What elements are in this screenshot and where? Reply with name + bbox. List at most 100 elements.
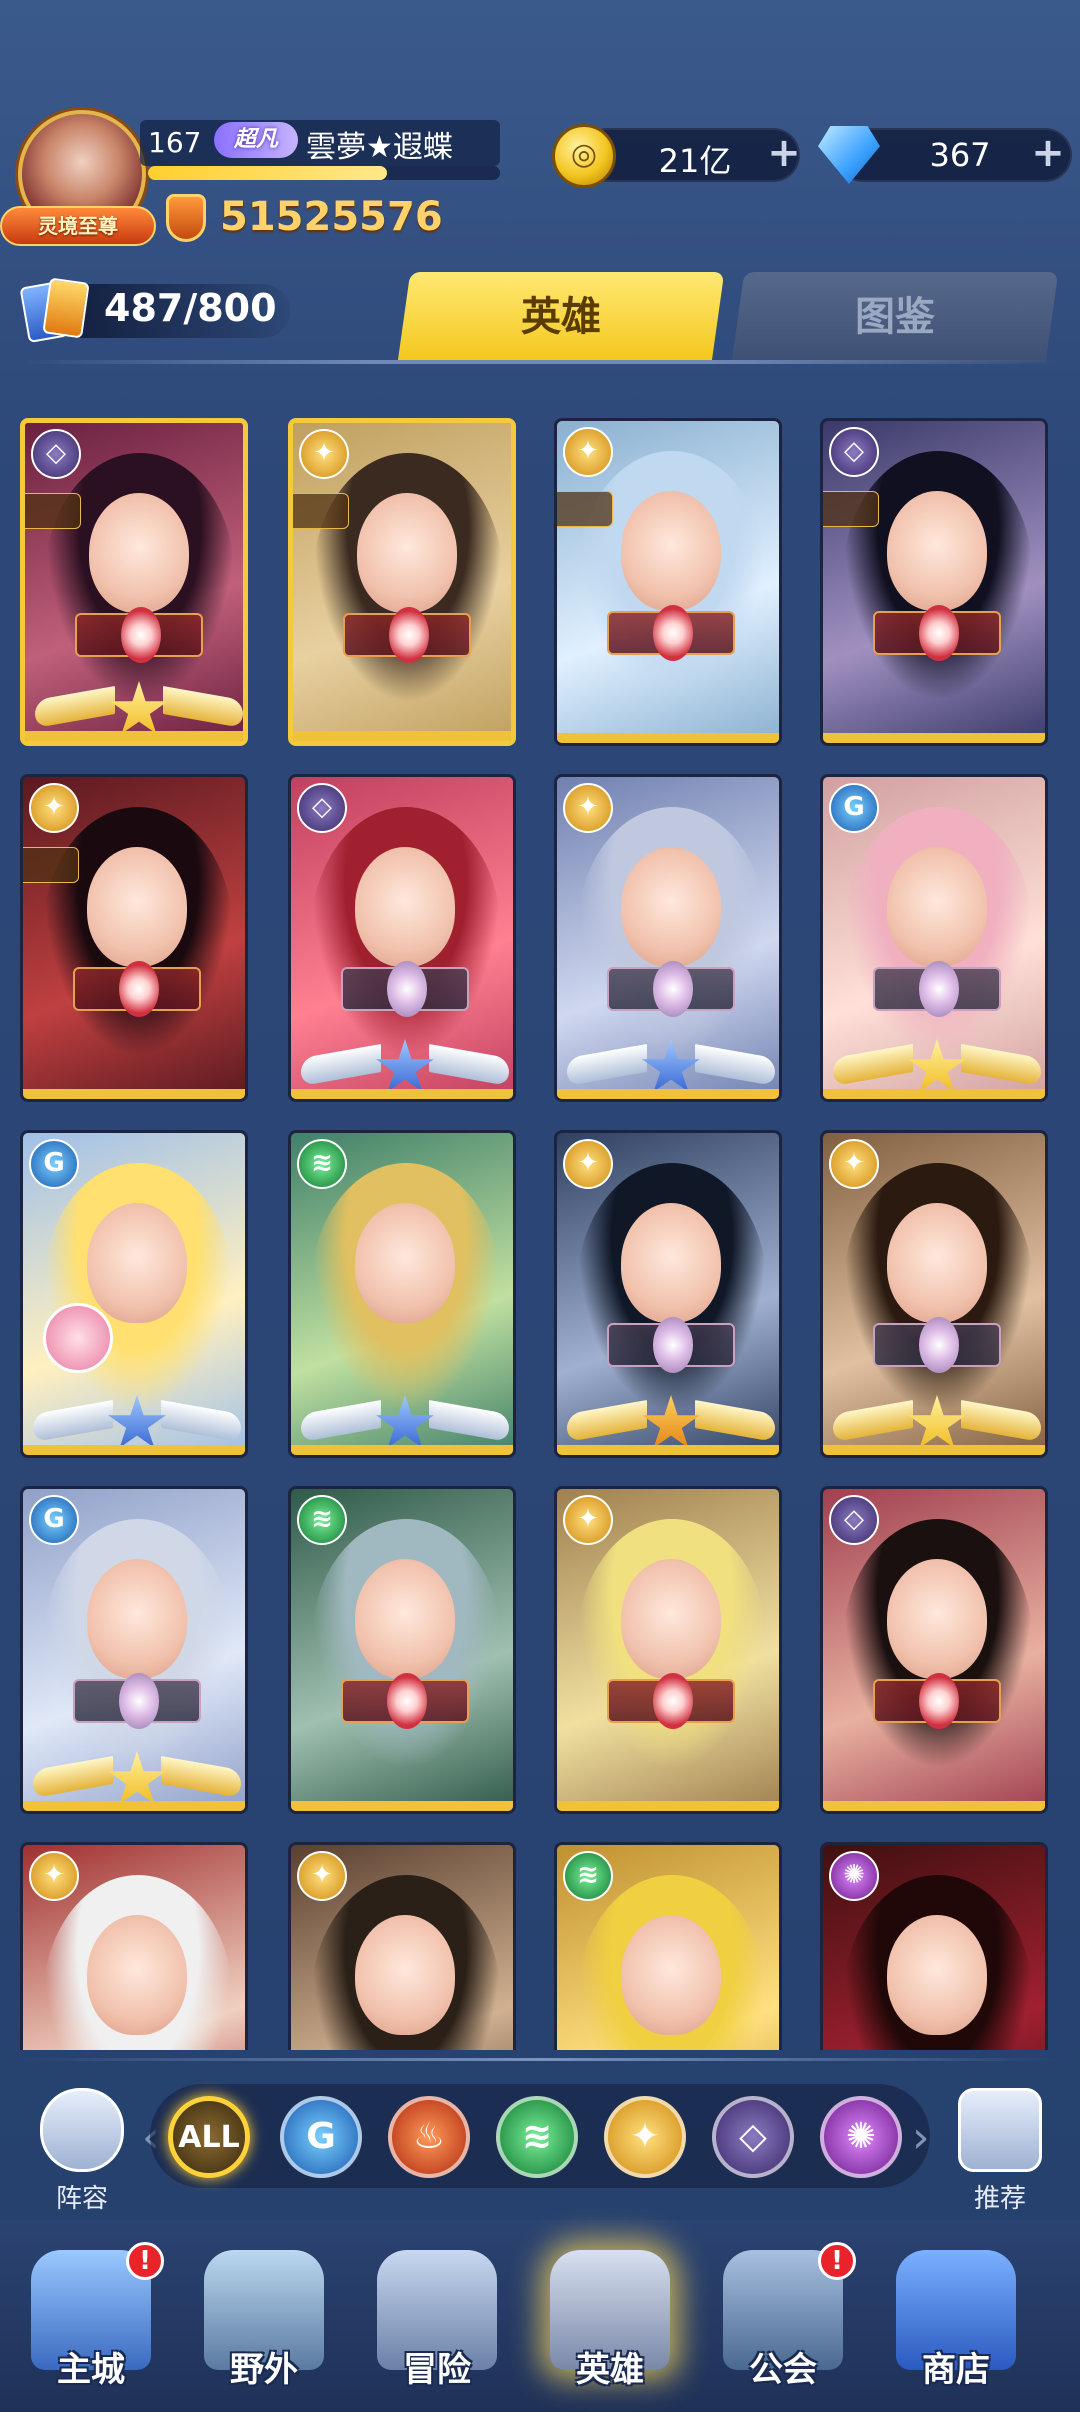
wind-element-icon: ≋ (297, 1139, 347, 1189)
filter-right-arrow-icon[interactable]: › (912, 2112, 930, 2163)
card-bottom-edge (557, 1801, 779, 1811)
hero-card[interactable]: ✦ (554, 774, 782, 1102)
card-bottom-edge (557, 1089, 779, 1099)
card-bottom-edge (823, 733, 1045, 743)
hero-card[interactable]: ✦ (20, 1842, 248, 2050)
card-bottom-edge (23, 1089, 245, 1099)
bond-emblem (75, 607, 203, 663)
card-bottom-edge (23, 1801, 245, 1811)
nav-item[interactable]: 商店 (881, 2250, 1031, 2391)
wing-right (163, 685, 243, 729)
wing-right (695, 1399, 775, 1443)
card-bottom-edge (293, 731, 511, 741)
hero-face (357, 493, 457, 613)
wing-right (161, 1399, 241, 1443)
wing-right (429, 1399, 509, 1443)
hero-card[interactable]: ✦ (20, 774, 248, 1102)
hero-card[interactable]: ◇ (288, 774, 516, 1102)
light-element-icon: ✦ (563, 783, 613, 833)
bond-emblem (607, 961, 735, 1017)
water-element-icon: G (829, 783, 879, 833)
recommend-label: 推荐 (973, 2184, 1026, 2214)
hero-card[interactable]: ✦ (820, 1130, 1048, 1458)
hero-face (887, 1559, 987, 1679)
recommend-button[interactable]: 推荐 (952, 2088, 1048, 2215)
emblem-core (653, 961, 693, 1017)
hero-card[interactable]: ≋ (554, 1842, 782, 2050)
hero-card[interactable]: ✦ (554, 418, 782, 746)
filter-water-button[interactable]: G (280, 2096, 362, 2178)
chaos-element-icon: ✺ (829, 1851, 879, 1901)
hero-face (355, 1915, 455, 2035)
wing-right (161, 1755, 241, 1799)
wing-left (833, 1399, 913, 1443)
filter-all-button[interactable]: ALL (168, 2096, 250, 2178)
card-bottom-edge (823, 1089, 1045, 1099)
light-element-icon: ✦ (297, 1851, 347, 1901)
hero-card[interactable]: G (820, 774, 1048, 1102)
exp-bar (148, 166, 500, 180)
on-team-badge (823, 491, 879, 527)
dark-element-icon: ◇ (31, 429, 81, 479)
hero-face (887, 847, 987, 967)
add-diamond-button[interactable]: + (1030, 133, 1066, 173)
hero-card[interactable]: ◇ (20, 418, 248, 746)
tab-codex[interactable]: 图鉴 (731, 272, 1059, 362)
tab-heroes[interactable]: 英雄 (397, 272, 725, 362)
star-wing (833, 1039, 1041, 1093)
hero-face (87, 847, 187, 967)
filter-dark-button[interactable]: ◇ (712, 2096, 794, 2178)
wing-left (35, 685, 115, 729)
hero-card[interactable]: G (20, 1486, 248, 1814)
nav-item[interactable]: 野外 (189, 2250, 339, 2391)
card-bottom-edge (291, 1801, 513, 1811)
hero-card[interactable]: ◇ (820, 418, 1048, 746)
nav-item[interactable]: 冒险 (362, 2250, 512, 2391)
hero-card[interactable]: ✦ (288, 418, 516, 746)
hero-card[interactable]: ≋ (288, 1486, 516, 1814)
card-bottom-edge (823, 1445, 1045, 1455)
bond-emblem (73, 961, 201, 1017)
hero-card[interactable]: ✦ (554, 1486, 782, 1814)
link-avatar (43, 1303, 113, 1373)
exp-bar-fill (148, 166, 388, 180)
bond-emblem (873, 1317, 1001, 1373)
add-gold-button[interactable]: + (766, 133, 802, 173)
wing-left (33, 1755, 113, 1799)
emblem-core (387, 961, 427, 1017)
lineup-label: 阵容 (55, 2184, 108, 2214)
diamond-amount: 367 (929, 136, 991, 174)
filter-wind-button[interactable]: ≋ (496, 2096, 578, 2178)
on-team-badge (557, 491, 613, 527)
nav-item[interactable]: 主城! (16, 2242, 166, 2391)
emblem-core (919, 961, 959, 1017)
hero-face (355, 1203, 455, 1323)
card-bottom-edge (823, 1801, 1045, 1811)
hero-card[interactable]: ✦ (554, 1130, 782, 1458)
nav-item[interactable]: 英雄 (535, 2250, 685, 2391)
star-wing (833, 1395, 1041, 1449)
emblem-core (653, 1673, 693, 1729)
emblem-core (389, 607, 429, 663)
nav-item[interactable]: 公会! (708, 2242, 858, 2391)
dark-element-icon: ◇ (829, 1495, 879, 1545)
bond-emblem (873, 605, 1001, 661)
filter-light-button[interactable]: ✦ (604, 2096, 686, 2178)
hero-card[interactable]: ✺ (820, 1842, 1048, 2050)
hero-card[interactable]: G (20, 1130, 248, 1458)
power-shield-icon (166, 194, 206, 242)
star-wing (567, 1395, 775, 1449)
hero-face (621, 491, 721, 611)
hero-card[interactable]: ≋ (288, 1130, 516, 1458)
lineup-button[interactable]: 阵容 (34, 2088, 130, 2215)
hero-card[interactable]: ✦ (288, 1842, 516, 2050)
notification-badge: ! (818, 2242, 856, 2280)
filter-chaos-button[interactable]: ✺ (820, 2096, 902, 2178)
star-wing (301, 1039, 509, 1093)
bond-emblem (341, 961, 469, 1017)
hero-face (621, 847, 721, 967)
hero-card[interactable]: ◇ (820, 1486, 1048, 1814)
wing-left (301, 1043, 381, 1087)
emblem-core (919, 605, 959, 661)
filter-fire-button[interactable]: ♨ (388, 2096, 470, 2178)
